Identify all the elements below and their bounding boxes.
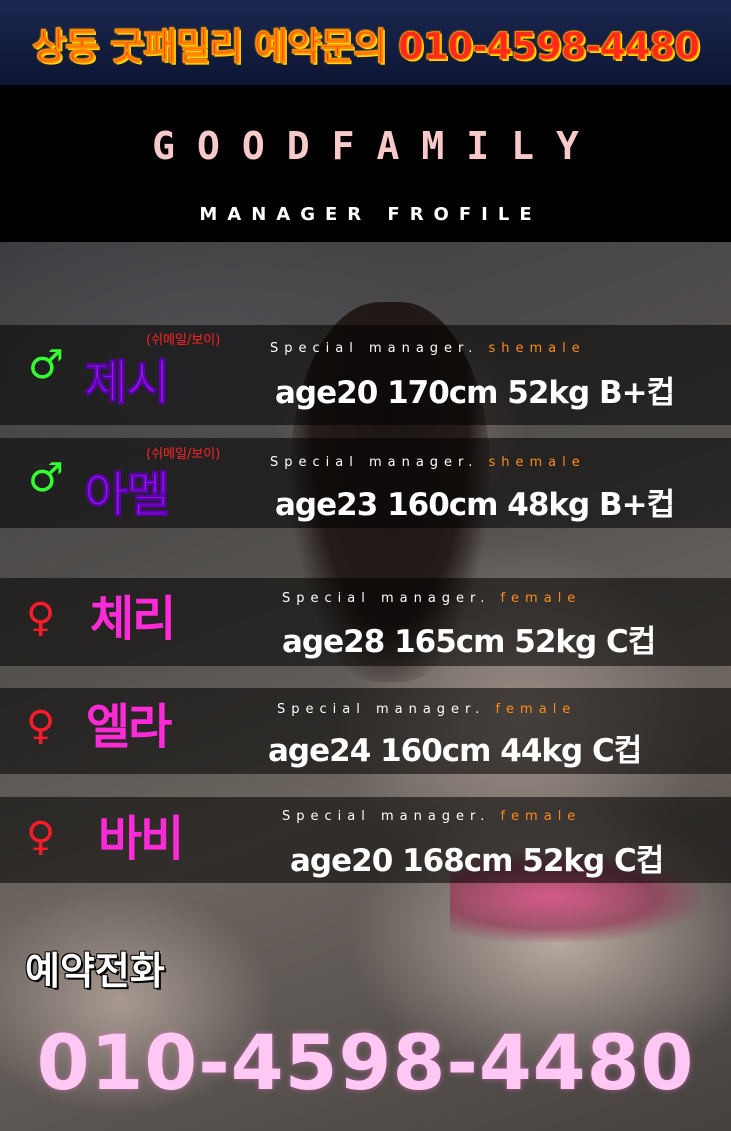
male-symbol-icon: ♂ bbox=[28, 455, 64, 501]
profile-name: 엘라 bbox=[86, 699, 172, 755]
male-symbol-icon: ♂ bbox=[28, 342, 64, 388]
top-banner: 상동 굿패밀리 예약문의 010-4598-4480 bbox=[0, 0, 731, 85]
reservation-phone[interactable]: 010-4598-4480 bbox=[0, 1018, 731, 1107]
top-banner-title: 상동 굿패밀리 예약문의 010-4598-4480 bbox=[32, 24, 701, 68]
profile-name: 제시 bbox=[83, 355, 170, 411]
profile-tag: (쉬메일/보이) bbox=[146, 447, 221, 462]
profile-name: 체리 bbox=[90, 591, 176, 647]
profile-special: Special manager. female bbox=[282, 809, 582, 824]
brand-title: GOODFAMILY bbox=[152, 124, 601, 168]
profile-stats: age23 160cm 48kg B+컵 bbox=[275, 487, 675, 523]
profile-tag: (쉬메일/보이) bbox=[146, 333, 221, 348]
profile-stats: age20 170cm 52kg B+컵 bbox=[275, 375, 675, 411]
female-symbol-icon: ♀ bbox=[26, 703, 56, 749]
profile-special: Special manager. female bbox=[277, 702, 577, 717]
profile-special: Special manager. shemale bbox=[270, 341, 586, 356]
profile-stats: age28 165cm 52kg C컵 bbox=[282, 624, 656, 660]
profile-name: 아멜 bbox=[83, 467, 170, 523]
reservation-label: 예약전화 bbox=[25, 949, 165, 993]
profile-special: Special manager. shemale bbox=[270, 455, 586, 470]
female-symbol-icon: ♀ bbox=[26, 814, 56, 860]
female-symbol-icon: ♀ bbox=[26, 595, 56, 641]
profile-name: 바비 bbox=[98, 811, 184, 867]
profile-stats: age20 168cm 52kg C컵 bbox=[290, 843, 664, 879]
profile-special: Special manager. female bbox=[282, 591, 582, 606]
brand-subtitle: MANAGER FROFILE bbox=[199, 204, 542, 225]
profile-stats: age24 160cm 44kg C컵 bbox=[268, 733, 642, 769]
